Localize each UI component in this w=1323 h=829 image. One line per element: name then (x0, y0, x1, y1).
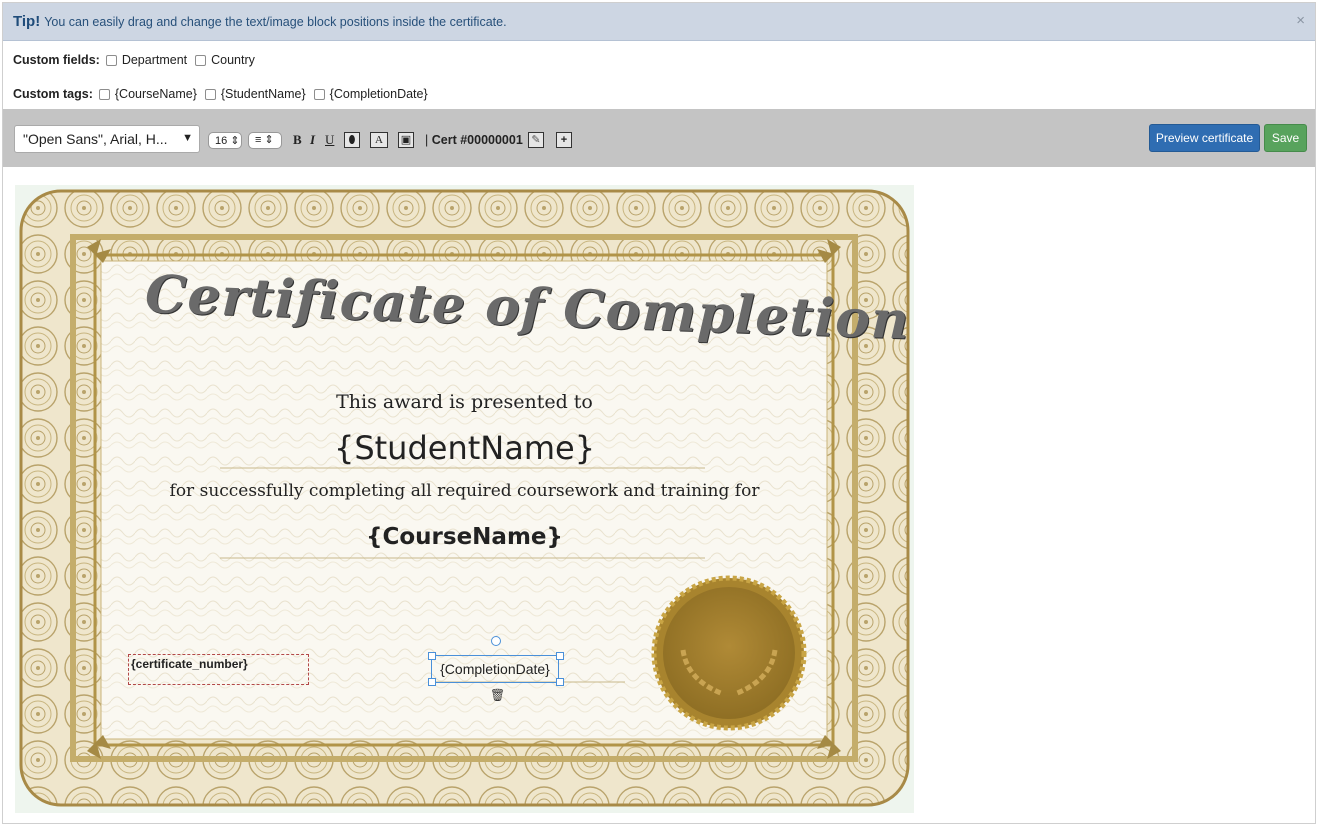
tip-message: You can easily drag and change the text/… (44, 15, 507, 29)
checkbox-country[interactable]: Country (195, 53, 255, 67)
stepper-icon: ⇕ (230, 135, 240, 147)
italic-button[interactable]: I (310, 132, 315, 148)
custom-tags-label: Custom tags: (13, 87, 93, 101)
close-icon[interactable]: × (1296, 12, 1305, 29)
bold-button[interactable]: B (293, 132, 302, 148)
edit-icon[interactable]: ✎ (528, 132, 544, 148)
checkbox-label: Department (121, 53, 188, 67)
text-color-icon[interactable]: ⬮ (344, 132, 360, 148)
checkbox-label: {CourseName} (114, 87, 197, 101)
tip-text: Tip! You can easily drag and change the t… (13, 13, 507, 30)
tip-bar: Tip! You can easily drag and change the t… (3, 3, 1315, 41)
tip-label: Tip! (13, 13, 41, 30)
checkbox-label: {StudentName} (220, 87, 306, 101)
font-family-value: "Open Sans", Arial, H... (23, 131, 168, 147)
course-name-tag[interactable]: {CourseName} (15, 524, 914, 550)
custom-fields-row: Custom fields: Department Country (13, 53, 263, 67)
stepper-icon: ⇕ (264, 134, 274, 146)
checkbox-label: Country (211, 53, 255, 67)
completion-statement[interactable]: for successfully completing all required… (15, 481, 914, 501)
font-family-select[interactable]: "Open Sans", Arial, H... ▼ (14, 125, 200, 153)
resize-handle-br[interactable] (556, 678, 564, 686)
certificate-number-block[interactable]: {certificate_number} (128, 654, 309, 685)
gold-seal (651, 575, 807, 731)
font-size-value: 16 (215, 135, 228, 147)
checkbox-completiondate[interactable]: {CompletionDate} (313, 87, 428, 101)
editor-toolbar: "Open Sans", Arial, H... ▼ 16 ⇕ ≡ ⇕ B I … (3, 109, 1315, 167)
checkbox-studentname[interactable]: {StudentName} (204, 87, 306, 101)
align-left-icon: ≡ (255, 134, 262, 146)
completion-date-block[interactable]: {CompletionDate} (431, 655, 559, 683)
trash-icon[interactable]: 🗑 (490, 688, 505, 702)
add-block-icon[interactable]: + (556, 132, 572, 148)
chevron-down-icon: ▼ (182, 132, 193, 144)
save-button[interactable]: Save (1264, 124, 1307, 152)
rotate-handle[interactable] (491, 636, 501, 646)
certificate-editor: Tip! You can easily drag and change the t… (2, 2, 1316, 824)
font-size-select[interactable]: 16 ⇕ (208, 132, 242, 149)
checkbox-box[interactable] (98, 88, 110, 100)
student-name-tag[interactable]: {StudentName} (15, 429, 914, 467)
checkbox-box[interactable] (105, 54, 117, 66)
cert-number-value: Cert #00000001 (431, 133, 523, 147)
custom-fields-label: Custom fields: (13, 53, 100, 67)
certificate-canvas: Certificate of Completion This award is … (15, 185, 914, 813)
preview-certificate-button[interactable]: Preview certificate (1149, 124, 1260, 152)
separator: | (425, 133, 429, 147)
cert-number-label: | Cert #00000001 (425, 133, 523, 147)
background-color-icon[interactable]: A (370, 132, 388, 148)
presented-text[interactable]: This award is presented to (15, 391, 914, 413)
resize-handle-bl[interactable] (428, 678, 436, 686)
checkbox-coursename[interactable]: {CourseName} (98, 87, 197, 101)
underline-button[interactable]: U (325, 132, 334, 148)
checkbox-label: {CompletionDate} (329, 87, 428, 101)
checkbox-box[interactable] (195, 54, 207, 66)
align-select[interactable]: ≡ ⇕ (248, 132, 282, 149)
checkbox-box[interactable] (204, 88, 216, 100)
checkbox-box[interactable] (313, 88, 325, 100)
camera-icon[interactable]: ▣ (398, 132, 414, 148)
checkbox-department[interactable]: Department (105, 53, 188, 67)
custom-tags-row: Custom tags: {CourseName} {StudentName} … (13, 87, 436, 101)
resize-handle-tr[interactable] (556, 652, 564, 660)
resize-handle-tl[interactable] (428, 652, 436, 660)
